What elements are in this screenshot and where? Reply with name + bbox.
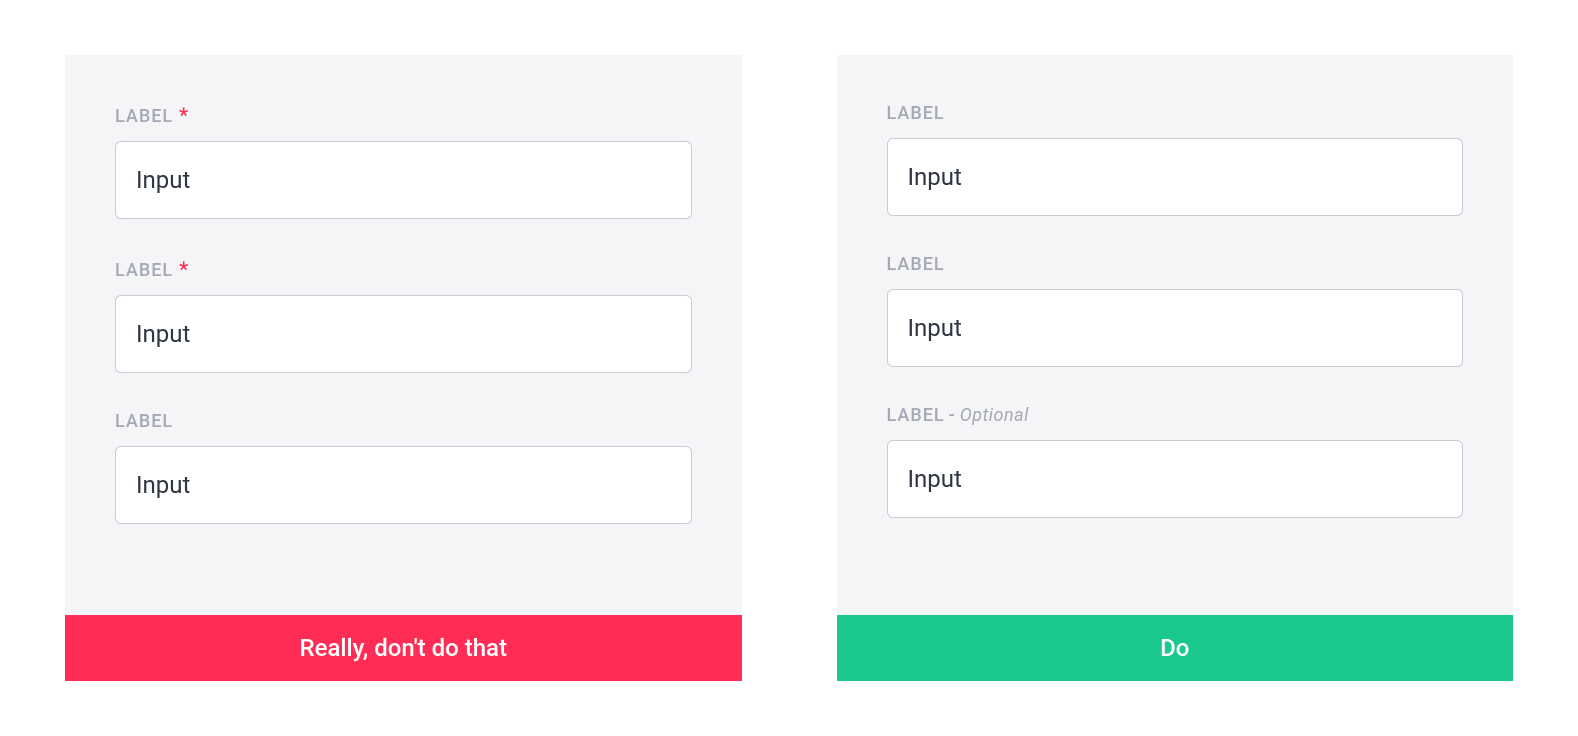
text-input[interactable]: [887, 138, 1464, 216]
form-group: LABEL: [887, 254, 1464, 367]
form-group: LABEL: [115, 411, 692, 524]
label-text: LABEL: [887, 405, 945, 426]
label-text: LABEL: [115, 260, 173, 281]
field-label: LABEL: [115, 411, 692, 432]
dont-footer-text: Really, don't do that: [300, 634, 507, 662]
text-input[interactable]: [887, 440, 1464, 518]
form-group: LABEL - Optional: [887, 405, 1464, 518]
label-text: LABEL: [115, 411, 173, 432]
field-label: LABEL - Optional: [887, 405, 1464, 426]
text-input[interactable]: [115, 295, 692, 373]
field-label: LABEL *: [115, 103, 692, 127]
text-input[interactable]: [887, 289, 1464, 367]
form-group: LABEL: [887, 103, 1464, 216]
dont-form-area: LABEL * LABEL * LABEL: [65, 55, 742, 615]
dont-footer-banner: Really, don't do that: [65, 615, 742, 681]
do-form-area: LABEL LABEL LABEL - Optional: [837, 55, 1514, 615]
text-input[interactable]: [115, 446, 692, 524]
field-label: LABEL: [887, 103, 1464, 124]
form-group: LABEL *: [115, 257, 692, 373]
do-panel: LABEL LABEL LABEL - Optional Do: [837, 55, 1514, 681]
optional-label: Optional: [960, 405, 1029, 426]
label-separator: -: [949, 405, 956, 426]
label-text: LABEL: [887, 254, 945, 275]
field-label: LABEL *: [115, 257, 692, 281]
text-input[interactable]: [115, 141, 692, 219]
field-label: LABEL: [887, 254, 1464, 275]
label-text: LABEL: [115, 106, 173, 127]
dont-panel: LABEL * LABEL * LABEL Really, don't do t…: [65, 55, 742, 681]
label-text: LABEL: [887, 103, 945, 124]
form-group: LABEL *: [115, 103, 692, 219]
do-footer-text: Do: [1160, 634, 1189, 662]
required-asterisk-icon: *: [179, 257, 189, 281]
required-asterisk-icon: *: [179, 103, 189, 127]
do-footer-banner: Do: [837, 615, 1514, 681]
